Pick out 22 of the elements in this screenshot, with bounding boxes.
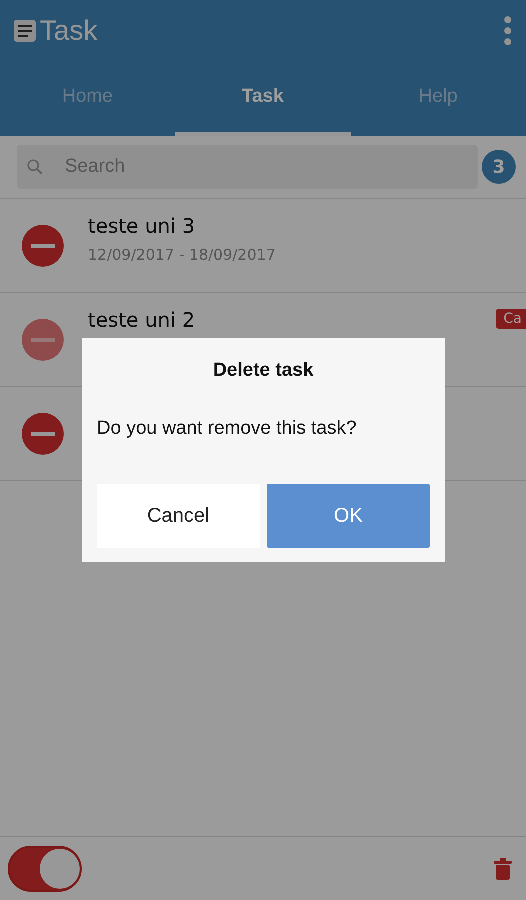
list-icon <box>14 20 36 42</box>
task-dates: 12/09/2017 - 18/09/2017 <box>88 246 276 264</box>
task-title: teste uni 3 <box>88 214 196 238</box>
cancel-button[interactable]: Cancel <box>97 484 260 548</box>
count-badge: 3 <box>482 150 516 184</box>
toggle-switch[interactable] <box>8 846 82 892</box>
app-title: Task <box>40 15 99 47</box>
search-field[interactable]: Search <box>17 145 478 189</box>
remove-icon[interactable] <box>22 412 64 454</box>
dialog-title: Delete task <box>212 360 315 382</box>
remove-icon[interactable] <box>22 224 64 266</box>
dialog-message: Do you want remove this task? <box>97 418 358 440</box>
trash-icon[interactable] <box>494 858 512 880</box>
more-icon[interactable] <box>504 16 512 46</box>
tag: Ca <box>496 309 526 329</box>
tab[interactable]: Home <box>0 62 176 136</box>
tab[interactable]: Help <box>350 62 526 136</box>
confirm-button[interactable]: OK <box>267 484 430 548</box>
search-icon <box>27 159 43 175</box>
task-title: teste uni 2 <box>88 308 196 332</box>
remove-icon[interactable] <box>22 318 64 360</box>
tab[interactable]: Task <box>175 62 351 136</box>
